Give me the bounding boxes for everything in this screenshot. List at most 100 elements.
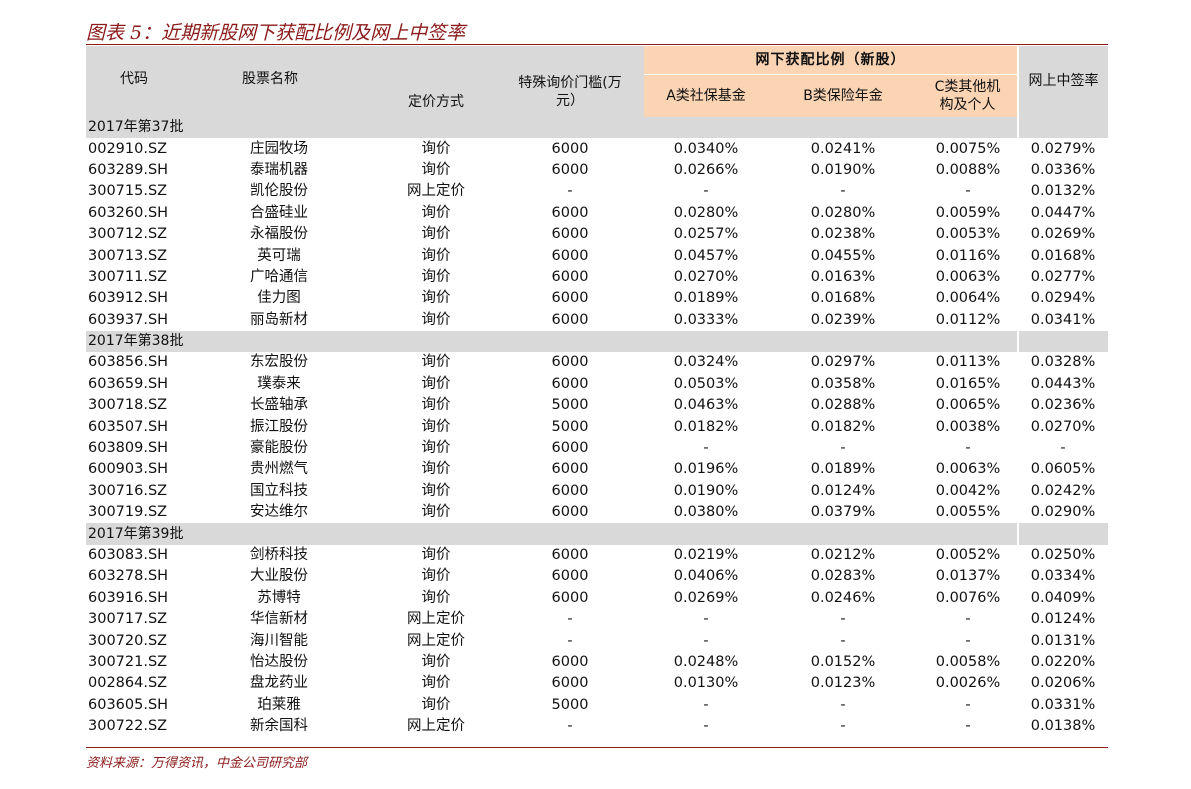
cell-class-c: 0.0137% [935,568,1001,585]
cell-class-a: 0.0333% [673,311,739,328]
batch-label-filler [1017,523,1109,545]
cell-class-b: 0.0246% [810,589,876,606]
cell-name: 贵州燃气 [250,461,308,478]
cell-threshold: 6000 [551,504,589,521]
cell-threshold: - [567,718,573,735]
cell-threshold: 6000 [551,268,589,285]
cell-online-rate: 0.0409% [1030,589,1096,606]
cell-method: 询价 [421,461,451,478]
cell-class-c: 0.0055% [935,504,1001,521]
cell-code: 603278.SH [88,568,169,585]
cell-method: 网上定价 [407,611,465,628]
cell-code: 603856.SH [88,354,169,371]
cell-online-rate: 0.0131% [1030,632,1096,649]
cell-threshold: 6000 [551,290,589,307]
cell-class-c: 0.0076% [935,589,1001,606]
cell-name: 华信新材 [250,611,308,628]
cell-code: 603083.SH [88,547,169,563]
cell-name: 英可瑞 [257,247,301,264]
cell-class-a: 0.0219% [673,547,739,563]
cell-online-rate: 0.0331% [1030,696,1096,713]
cell-class-b: 0.0241% [810,140,876,157]
cell-code: 603659.SH [88,375,169,392]
cell-code: 002910.SZ [88,140,168,157]
cell-class-b: - [840,611,846,628]
cell-threshold: 6000 [551,375,589,392]
table-row: 603912.SH 佳力图 询价 6000 0.0189% 0.0168% 0.0064% 0… [86,288,1108,309]
cell-class-b: 0.0297% [810,354,876,371]
cell-class-b: 0.0124% [810,482,876,499]
cell-name: 豪能股份 [250,440,308,457]
cell-method: 询价 [421,675,451,692]
table-row: 603083.SH 剑桥科技 询价 6000 0.0219% 0.0212% 0.0052%… [86,545,1108,566]
table-row: 300721.SZ 怡达股份 询价 6000 0.0248% 0.0152% 0.0058%… [86,652,1108,673]
table-row: 603260.SH 合盛硅业 询价 6000 0.0280% 0.0280% 0.0059%… [86,203,1108,224]
cell-threshold: 6000 [551,247,589,264]
cell-method: 询价 [421,696,451,713]
table-row: 300711.SZ 广哈通信 询价 6000 0.0270% 0.0163% 0.0063%… [86,267,1108,288]
cell-online-rate: 0.0341% [1030,311,1096,328]
cell-name: 国立科技 [250,482,308,499]
cell-method: 询价 [421,247,451,264]
cell-class-a: 0.0269% [673,589,739,606]
cell-class-c: 0.0063% [935,268,1001,285]
ipo-allocation-table: 代码 股票名称 定价方式 特殊询价门槛(万 元） 网下获配比例（新股） 网上中签… [86,46,1109,737]
cell-code: 603912.SH [88,290,169,307]
cell-class-a: 0.0182% [673,418,739,435]
cell-method: 询价 [421,268,451,285]
cell-class-b: - [840,632,846,649]
cell-code: 300719.SZ [88,504,168,521]
cell-name: 新余国科 [250,718,308,735]
header-class-c-line1: C类其他机 [934,79,1001,95]
cell-online-rate: 0.0443% [1030,375,1096,392]
cell-method: 询价 [421,653,451,670]
header-code: 代码 [86,46,182,117]
cell-class-b: 0.0379% [810,504,876,521]
batch-label-filler [1017,117,1109,139]
cell-name: 东宏股份 [250,354,308,371]
cell-class-a: 0.0380% [673,504,739,521]
cell-method: 网上定价 [407,718,465,735]
figure-title: 图表 5：近期新股网下获配比例及网上中签率 [86,22,466,44]
table-row: 300718.SZ 长盛轴承 询价 5000 0.0463% 0.0288% 0.0065%… [86,395,1108,416]
cell-method: 询价 [421,418,451,435]
table-row: 603809.SH 豪能股份 询价 6000 - - - - [86,438,1108,459]
cell-online-rate: 0.0242% [1030,482,1096,499]
cell-class-c: 0.0042% [935,482,1001,499]
cell-class-b: - [840,183,846,200]
table-row: 300713.SZ 英可瑞 询价 6000 0.0457% 0.0455% 0.0116% 0… [86,245,1108,266]
cell-name: 怡达股份 [250,653,308,670]
cell-online-rate: 0.0270% [1030,418,1096,435]
cell-class-a: - [703,611,709,628]
cell-method: 网上定价 [407,632,465,649]
cell-class-c: 0.0064% [935,290,1001,307]
header-threshold-line2: 元） [556,92,584,109]
cell-threshold: 6000 [551,140,589,157]
batch-header-row: 2017年第39批 [86,523,1109,545]
cell-class-c: 0.0065% [935,397,1001,414]
cell-method: 询价 [421,290,451,307]
cell-threshold: 6000 [551,204,589,221]
cell-class-b: 0.0168% [810,290,876,307]
cell-threshold: 6000 [551,547,589,563]
cell-online-rate: 0.0290% [1030,504,1096,521]
table-row: 002910.SZ 庄园牧场 询价 6000 0.0340% 0.0241% 0.0075%… [86,138,1108,159]
cell-threshold: 6000 [551,589,589,606]
cell-method: 询价 [421,354,451,371]
header-method: 定价方式 [376,46,496,117]
cell-code: 603605.SH [88,696,169,713]
table-row: 002864.SZ 盘龙药业 询价 6000 0.0130% 0.0123% 0.0026%… [86,673,1108,694]
cell-method: 询价 [421,589,451,606]
cell-class-b: 0.0238% [810,226,876,243]
cell-class-c: 0.0052% [935,547,1001,563]
cell-class-a: 0.0196% [673,461,739,478]
cell-threshold: 6000 [551,354,589,371]
header-threshold: 特殊询价门槛(万 元） [496,46,644,117]
cell-method: 询价 [421,482,451,499]
cell-class-a: - [703,183,709,200]
cell-name: 合盛硅业 [250,204,308,221]
cell-online-rate: 0.0236% [1030,397,1096,414]
cell-code: 603937.SH [88,311,169,328]
table-row: 603856.SH 东宏股份 询价 6000 0.0324% 0.0297% 0.0113%… [86,352,1108,373]
cell-name: 丽岛新材 [250,311,308,328]
